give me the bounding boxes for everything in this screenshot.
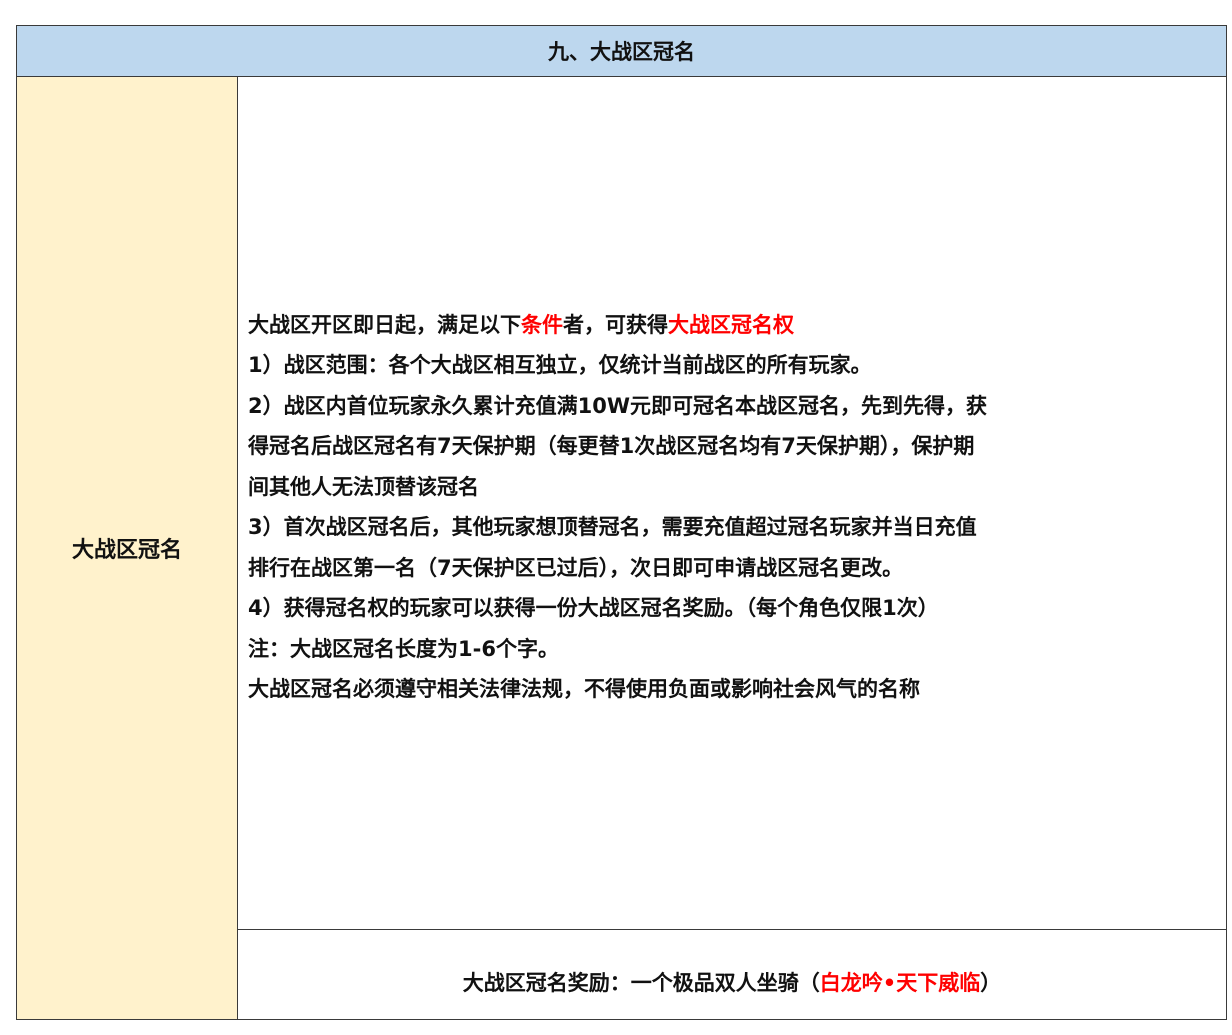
reward-mount-name: 白龙吟•天下威临 [819, 970, 981, 995]
intro-prefix: 大战区开区即日起，满足以下 [248, 312, 521, 337]
rules-table: 九、大战区冠名 大战区冠名 大战区开区即日起，满足以下条件者，可获得大战区冠名权… [16, 25, 1227, 1020]
rule-3-line-a: 3）首次战区冠名后，其他玩家想顶替冠名，需要充值超过冠名玩家并当日充值 [248, 515, 977, 539]
section-title: 九、大战区冠名 [548, 40, 695, 64]
reward-prefix: 大战区冠名奖励：一个极品双人坐骑（ [462, 970, 820, 995]
intro-highlight-title-right: 大战区冠名权 [668, 312, 794, 337]
rules-content-cell: 大战区开区即日起，满足以下条件者，可获得大战区冠名权 1）战区范围：各个大战区相… [238, 77, 1226, 930]
rule-2-line-b: 得冠名后战区冠名有7天保护期（每更替1次战区冠名均有7天保护期），保护期 [248, 434, 975, 458]
rule-2-line-a: 2）战区内首位玩家永久累计充值满10W元即可冠名本战区冠名，先到先得，获 [248, 393, 987, 418]
rule-1: 1）战区范围：各个大战区相互独立，仅统计当前战区的所有玩家。 [248, 353, 872, 377]
note-line: 注：大战区冠名长度为1-6个字。 [248, 636, 559, 661]
intro-middle: 者，可获得 [563, 312, 668, 337]
row-label-cell: 大战区冠名 [17, 77, 238, 1019]
rule-2-line-c: 间其他人无法顶替该冠名 [248, 474, 479, 499]
row-label: 大战区冠名 [71, 538, 182, 563]
rule-3-line-b: 排行在战区第一名（7天保护区已过后），次日即可申请战区冠名更改。 [248, 555, 904, 580]
intro-highlight-condition: 条件 [521, 312, 563, 337]
reward-suffix: ） [980, 970, 1002, 995]
intro-line: 大战区开区即日起，满足以下条件者，可获得大战区冠名权 [248, 305, 1226, 346]
section-header: 九、大战区冠名 [17, 26, 1226, 77]
rule-4: 4）获得冠名权的玩家可以获得一份大战区冠名奖励。（每个角色仅限1次） [248, 596, 939, 620]
reward-cell: 大战区冠名奖励：一个极品双人坐骑（ 白龙吟•天下威临） [238, 930, 1226, 1019]
law-line: 大战区冠名必须遵守相关法律法规，不得使用负面或影响社会风气的名称 [248, 677, 920, 701]
